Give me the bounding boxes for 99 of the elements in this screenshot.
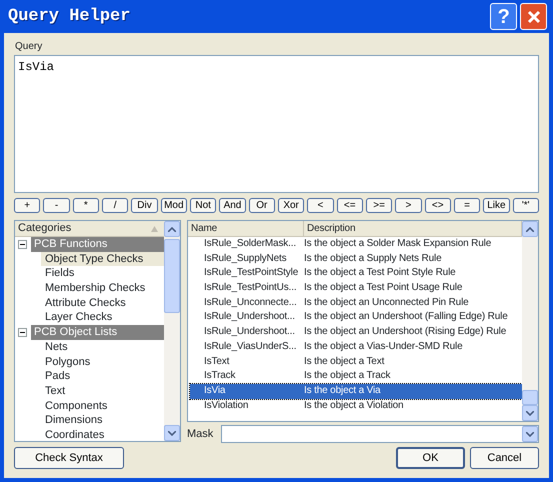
operator-button[interactable]: * — [72, 198, 99, 213]
operator-button[interactable]: > — [395, 198, 422, 213]
expander-icon[interactable] — [18, 328, 27, 337]
query-field[interactable]: IsVia — [14, 55, 539, 193]
table-cell-text: IsVia — [203, 384, 226, 398]
operator-button[interactable]: <= — [336, 198, 363, 213]
table-cell-text: IsTrack — [203, 369, 236, 384]
scroll-down-icon — [526, 432, 534, 436]
operator-button[interactable]: <> — [424, 198, 451, 213]
table-row[interactable]: IsRule_TestPointUs... Is the object a Test Point Usage Rule — [190, 281, 522, 296]
scroll-up-button[interactable] — [164, 221, 180, 237]
query-label: Query — [15, 40, 44, 54]
operator-button[interactable]: = — [454, 198, 480, 213]
tree-item[interactable]: Dimensions — [15, 413, 164, 428]
table-cell-text: IsText — [203, 354, 230, 368]
table-row[interactable]: IsRule_SupplyNets Is the object a Supply Nets Rule — [190, 252, 522, 266]
table-cell-text: Is the object an Unconnected Pin Rule — [304, 296, 469, 310]
table-cell-text: IsRule_Unconnecte... — [203, 296, 298, 310]
table-row[interactable]: IsVia Is the object a Via — [190, 384, 522, 399]
table-row[interactable]: IsViolation Is the object a Violation — [190, 398, 522, 414]
scrollbar-thumb[interactable] — [164, 239, 180, 313]
sort-icon — [151, 226, 158, 232]
table-cell-text: Is the object a Vias-Under-SMD Rule — [304, 340, 463, 354]
column-header[interactable]: Categories — [15, 221, 164, 237]
tree-item[interactable]: Object Type Checks — [41, 252, 164, 266]
scroll-up-button[interactable] — [522, 221, 538, 237]
tree-item[interactable]: Polygons — [15, 354, 164, 370]
table-cell-text: Is the object a Via — [304, 384, 380, 398]
table-cell-text: Is the object a Track — [304, 369, 390, 384]
table-row[interactable]: IsTrack Is the object a Track — [190, 369, 522, 384]
operator-button[interactable]: '*' — [512, 198, 539, 213]
mask-label: Mask — [187, 426, 214, 442]
check-syntax-button[interactable]: Check Syntax — [14, 447, 124, 469]
table-cell-text: IsRule_Undershoot... — [203, 325, 296, 340]
close-icon — [526, 10, 540, 24]
ok-button[interactable]: OK — [396, 447, 465, 469]
operator-button[interactable]: Div — [131, 198, 158, 213]
tree-group[interactable]: PCB Object Lists — [31, 325, 164, 340]
tree-item[interactable]: Fields — [15, 266, 164, 282]
table-row[interactable]: IsRule_Undershoot... Is the object an Undershoot (Rising Edge) Rule — [190, 325, 522, 340]
table-cell-text: Is the object a Test Point Style Rule — [304, 266, 456, 280]
table-row[interactable]: IsRule_Unconnecte... Is the object an Unconnected Pin Rule — [190, 296, 522, 310]
help-button[interactable]: ? — [490, 3, 518, 30]
table-cell-text: IsRule_TestPointStyle — [203, 266, 300, 280]
table-cell-text: IsRule_Undershoot... — [203, 310, 296, 324]
table-cell-text: Is the object a Violation — [304, 398, 404, 413]
mask-field[interactable] — [221, 425, 539, 443]
scroll-down-button[interactable] — [522, 405, 538, 421]
operator-button[interactable]: < — [307, 198, 334, 213]
operator-button[interactable]: + — [14, 198, 40, 213]
tree-item[interactable]: Text — [15, 384, 164, 399]
operator-button[interactable]: / — [102, 198, 128, 213]
operator-button[interactable]: And — [219, 198, 246, 213]
scrollbar[interactable] — [522, 221, 538, 421]
tree-group[interactable]: PCB Functions — [31, 237, 164, 252]
table-row[interactable]: IsRule_TestPointStyle Is the object a Test Point Style Rule — [190, 266, 522, 282]
table-cell-text: Is the object a Text — [304, 354, 384, 368]
operator-button[interactable]: Or — [248, 198, 275, 213]
scroll-up-icon — [168, 226, 176, 232]
table-row[interactable]: IsRule_SolderMask... Is the object a Solder Mask Expansion Rule — [190, 237, 522, 252]
scroll-down-icon — [168, 430, 176, 436]
operator-button[interactable]: - — [43, 198, 70, 213]
table-cell-text: Is the object an Undershoot (Rising Edge) Rule — [304, 325, 506, 340]
table-row[interactable]: IsText Is the object a Text — [190, 354, 522, 370]
operator-button[interactable]: Not — [190, 198, 216, 213]
cancel-button[interactable]: Cancel — [470, 447, 539, 469]
scrollbar[interactable] — [164, 221, 180, 441]
table-cell-text: IsViolation — [203, 398, 250, 413]
tree-item[interactable]: Layer Checks — [15, 310, 164, 326]
scroll-up-icon — [526, 226, 534, 232]
tree-item[interactable]: Components — [15, 398, 164, 414]
tree-item[interactable]: Nets — [15, 340, 164, 354]
tree-item[interactable]: Attribute Checks — [15, 296, 164, 310]
table-cell-text: IsRule_ViasUnderS... — [203, 340, 298, 354]
tree-item[interactable]: Pads — [15, 369, 164, 384]
scroll-down-button[interactable] — [164, 425, 180, 441]
operator-button[interactable]: Like — [483, 198, 510, 213]
close-button[interactable] — [520, 3, 547, 30]
window-title: Query Helper — [8, 6, 130, 28]
scrollbar-thumb[interactable] — [522, 390, 538, 405]
table-cell-text: IsRule_SupplyNets — [203, 252, 288, 266]
operator-button[interactable]: Mod — [160, 198, 187, 213]
table-cell-text: IsRule_TestPointUs... — [203, 281, 298, 296]
table-cell-text: IsRule_SolderMask... — [203, 237, 298, 251]
tree-item[interactable]: Coordinates — [15, 428, 164, 441]
scroll-down-icon — [526, 410, 534, 416]
expander-icon[interactable] — [18, 240, 27, 249]
tree-item[interactable]: Membership Checks — [15, 281, 164, 296]
table-cell-text: Is the object a Solder Mask Expansion Rule — [304, 237, 492, 251]
table-cell-text: Is the object a Supply Nets Rule — [304, 252, 442, 266]
operator-button[interactable]: Xor — [278, 198, 304, 213]
table-row[interactable]: IsRule_Undershoot... Is the object an Undershoot (Falling Edge) Rule — [190, 310, 522, 326]
dropdown-button[interactable] — [522, 426, 538, 442]
table-cell-text: Is the object a Test Point Usage Rule — [304, 281, 462, 296]
table-cell-text: Is the object an Undershoot (Falling Edge) Rule — [304, 310, 508, 324]
header-label: Categories — [18, 221, 72, 236]
table-row[interactable]: IsRule_ViasUnderS... Is the object a Vias-Under-SMD Rule — [190, 340, 522, 354]
column-header[interactable]: Name — [188, 221, 304, 236]
operator-button[interactable]: >= — [366, 198, 392, 213]
